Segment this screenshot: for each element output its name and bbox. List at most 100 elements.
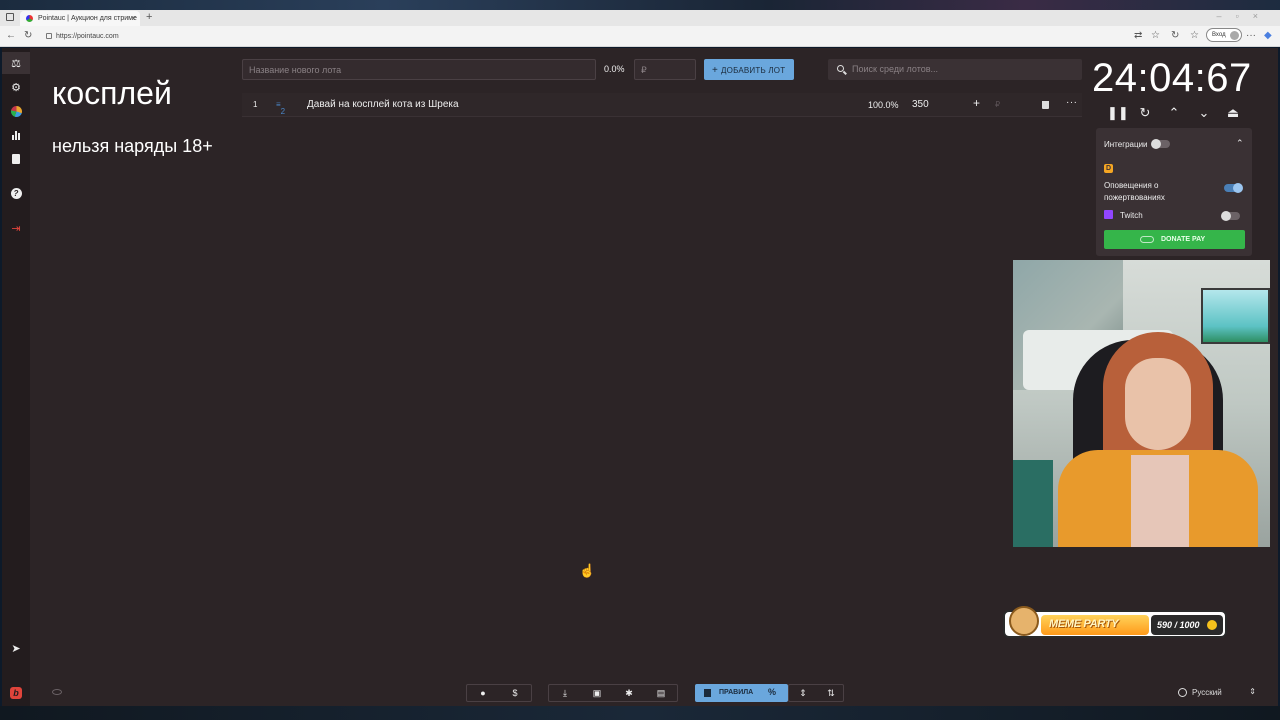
bug-report-icon[interactable]: ✱	[621, 688, 637, 700]
twitch-toggle[interactable]	[1221, 211, 1240, 221]
github-icon[interactable]: ●	[475, 688, 491, 700]
telegram-icon[interactable]: ➤	[2, 637, 30, 659]
donationalerts-icon: D	[1104, 164, 1113, 173]
bookmark-star-icon[interactable]: ☆	[1151, 30, 1160, 41]
donatepay-button[interactable]: DONATE PAY	[1104, 230, 1245, 249]
integrations-header: Интеграции	[1104, 140, 1148, 149]
tab-actions-icon[interactable]	[6, 13, 14, 21]
add-lot-button[interactable]: + ДОБАВИТЬ ЛОТ	[704, 59, 794, 80]
coin-icon	[1207, 620, 1217, 630]
collapse-double-icon[interactable]: ⏏	[1225, 105, 1241, 121]
integrations-toggle[interactable]	[1151, 139, 1170, 149]
browser-tab[interactable]: Pointauc | Аукцион для стриме ×	[20, 11, 140, 26]
desktop-background-strip	[0, 0, 1280, 10]
donatepay-icon	[1140, 236, 1154, 243]
restart-icon[interactable]: ↻	[1137, 105, 1153, 121]
donate-dollar-icon[interactable]: $	[507, 688, 523, 700]
chevron-up-icon[interactable]: ⌃	[1236, 138, 1244, 149]
language-label: Русский	[1192, 688, 1222, 697]
settings-gear-icon[interactable]: ⚙	[2, 76, 30, 98]
doge-icon	[1009, 606, 1039, 636]
compact-view-icon[interactable]: ⇕	[795, 688, 811, 700]
favorites-icon[interactable]: ☆	[1190, 30, 1199, 41]
address-bar[interactable]: https://pointauc.com	[44, 29, 1124, 44]
percent-toggle-icon[interactable]: %	[768, 687, 776, 697]
new-tab-button[interactable]: +	[146, 11, 152, 23]
visibility-eye-icon[interactable]	[52, 689, 62, 695]
pointauc-logo-icon[interactable]: b	[2, 682, 30, 704]
lot-index: 1	[253, 100, 258, 109]
signin-button[interactable]: Вход	[1206, 28, 1242, 42]
copilot-icon[interactable]: ◆	[1264, 30, 1272, 41]
tab-close-icon[interactable]: ×	[131, 14, 136, 23]
lot-search-input[interactable]: Поиск среди лотов...	[828, 59, 1082, 80]
integrations-panel: Интеграции ⌃ D Оповещения о пожертвовани…	[1096, 128, 1252, 256]
refresh-extension-icon[interactable]: ↻	[1171, 30, 1179, 41]
statistics-bars-icon[interactable]	[2, 124, 30, 146]
language-select[interactable]: Русский ⇕	[1172, 684, 1262, 702]
auction-app: ⚖ ⚙ ? ⇥ ➤ b косплей нельзя наряды 18+ На…	[2, 48, 1278, 706]
globe-icon	[1178, 688, 1187, 697]
desktop-bottom-strip	[0, 706, 1280, 720]
translate-icon[interactable]: ⇄	[1134, 30, 1142, 41]
add-amount-plus-icon[interactable]: +	[973, 96, 980, 110]
time-up-chevron-icon[interactable]: ⌃	[1166, 105, 1182, 121]
donation-alerts-label: Оповещения о пожертвованиях	[1104, 181, 1165, 202]
signin-label: Вход	[1212, 32, 1226, 38]
url-text: https://pointauc.com	[56, 33, 119, 40]
webcam-overlay	[1013, 260, 1270, 547]
time-down-chevron-icon[interactable]: ⌄	[1196, 105, 1212, 121]
donatepay-label: DONATE PAY	[1161, 236, 1206, 243]
plus-icon: +	[712, 65, 719, 76]
meme-party-widget: MEME PARTY 590 / 1000	[1003, 606, 1227, 638]
favorite-count-value: 2	[280, 107, 286, 116]
twitch-label: Twitch	[1120, 211, 1143, 220]
help-question-icon[interactable]: ?	[2, 182, 30, 204]
twitch-icon	[1104, 210, 1113, 219]
window-controls[interactable]: –▫×	[1217, 11, 1272, 21]
sort-icon[interactable]: ⇅	[823, 688, 839, 700]
more-menu-icon[interactable]: ···	[1246, 30, 1256, 41]
meme-party-label: MEME PARTY	[1041, 615, 1149, 635]
new-lot-name-input[interactable]: Название нового лота	[242, 59, 596, 80]
mouse-cursor: ☝	[579, 563, 596, 578]
sidebar: ⚖ ⚙ ? ⇥ ➤ b	[2, 48, 30, 706]
reload-icon[interactable]: ↻	[24, 30, 32, 41]
lot-name[interactable]: Давай на косплей кота из Шрека	[307, 99, 459, 110]
lot-more-icon[interactable]: ···	[1066, 97, 1078, 108]
avatar-icon	[1230, 31, 1239, 40]
tab-strip: Pointauc | Аукцион для стриме × + –▫×	[0, 10, 1280, 26]
address-row: ← ↻ https://pointauc.com ⇄ ☆ ↻ ☆ Вход ··…	[0, 26, 1280, 47]
wheel-pie-icon[interactable]	[2, 100, 30, 122]
rules-label[interactable]: ПРАВИЛА	[719, 689, 753, 696]
rules-group[interactable]: ПРАВИЛА %	[695, 684, 788, 702]
auction-hammer-icon[interactable]: ⚖	[2, 52, 30, 74]
clear-trash-icon[interactable]: ▤	[653, 688, 669, 700]
pause-icon[interactable]: ❚❚	[1107, 105, 1129, 121]
meme-counter: 590 / 1000	[1151, 615, 1223, 635]
save-icon[interactable]: ▣	[589, 688, 605, 700]
back-icon[interactable]: ←	[6, 30, 16, 41]
file-actions-group: ⤓ ▣ ✱ ▤	[548, 684, 678, 702]
rules-book-icon	[704, 689, 711, 697]
lot-amount[interactable]: 350	[912, 99, 929, 110]
search-icon	[837, 65, 844, 72]
total-percent: 0.0%	[604, 64, 625, 74]
view-controls-group: ⇕ ⇅	[788, 684, 844, 702]
select-arrows-icon: ⇕	[1249, 687, 1256, 696]
logout-icon[interactable]: ⇥	[2, 217, 30, 239]
meme-counter-value: 590 / 1000	[1157, 620, 1200, 630]
delete-lot-trash-icon[interactable]	[1042, 101, 1049, 109]
favicon-icon	[26, 15, 33, 22]
browser-chrome: Pointauc | Аукцион для стриме × + –▫× ← …	[0, 10, 1280, 47]
lot-favorite-count[interactable]: ≡ 2	[276, 100, 285, 116]
lot-row[interactable]: 1 ≡ 2 Давай на косплей кота из Шрека 100…	[242, 93, 1082, 117]
history-clipboard-icon[interactable]	[2, 148, 30, 170]
lock-icon	[46, 33, 52, 39]
download-icon[interactable]: ⤓	[557, 688, 573, 700]
auction-subtitle: нельзя наряды 18+	[52, 136, 213, 156]
lot-amount-input[interactable]: ₽	[634, 59, 696, 80]
lot-currency: ₽	[995, 100, 1001, 109]
tab-title: Pointauc | Аукцион для стриме	[38, 15, 137, 22]
donation-alerts-toggle[interactable]	[1224, 183, 1243, 193]
